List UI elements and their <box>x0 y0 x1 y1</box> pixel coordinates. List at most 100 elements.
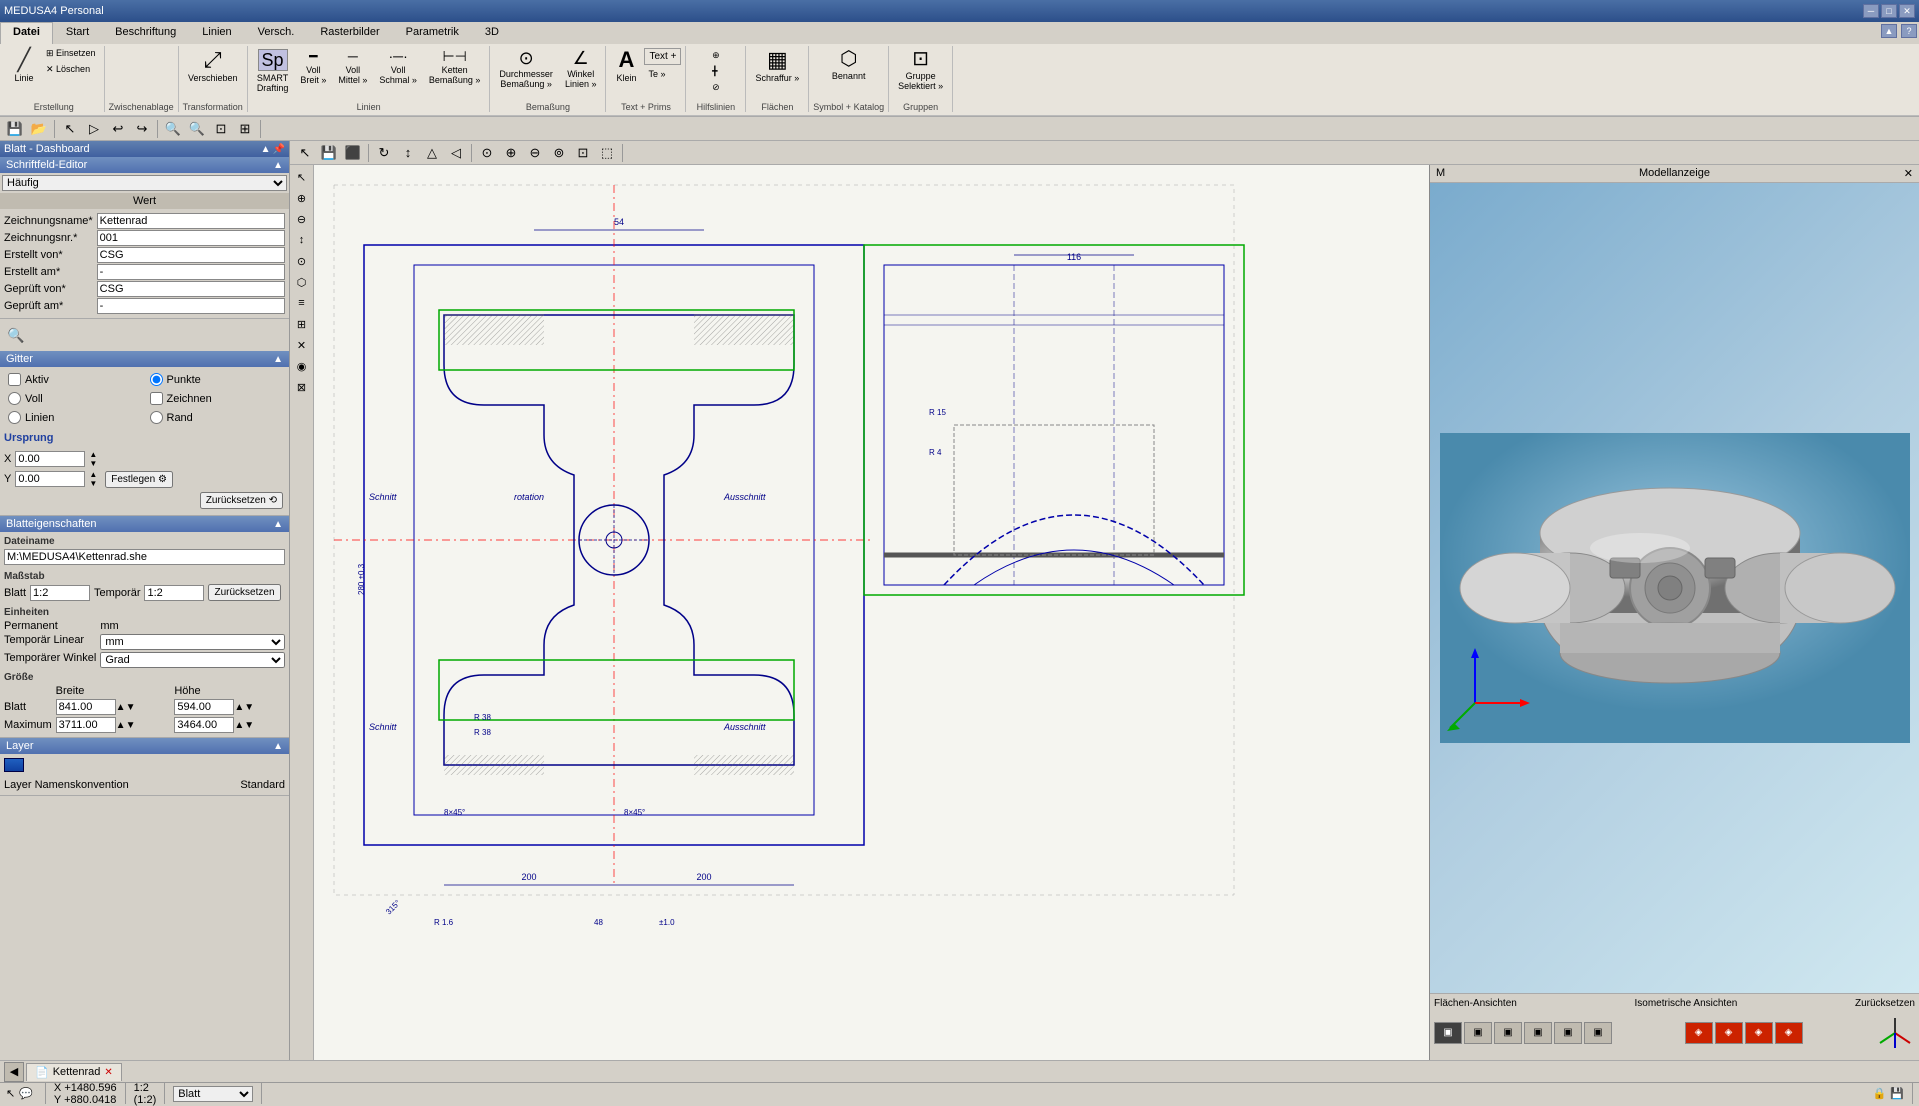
vert-btn-9[interactable]: ✕ <box>292 335 312 355</box>
blatt-breite-input[interactable] <box>56 699 116 715</box>
ribbon-minimize-button[interactable]: ▲ <box>1881 24 1897 38</box>
geprueft-von-input[interactable] <box>97 281 285 297</box>
zoom-circle-btn[interactable]: ⊙ <box>476 142 498 164</box>
top-view-button[interactable]: ▣ <box>1494 1022 1522 1044</box>
redo-button[interactable]: ↪ <box>131 118 153 140</box>
view-select[interactable]: Blatt <box>173 1086 253 1102</box>
vert-btn-10[interactable]: ◉ <box>292 356 312 376</box>
verschieben-button[interactable]: ⤢ Verschieben <box>183 46 243 86</box>
zoom-plus-btn[interactable]: ⊕ <box>500 142 522 164</box>
iso3-button[interactable]: ◈ <box>1745 1022 1773 1044</box>
vert-btn-7[interactable]: ≡ <box>292 293 312 313</box>
tab-linien[interactable]: Linien <box>189 22 244 44</box>
x-spinner[interactable]: ▲▼ <box>89 450 97 468</box>
undo-button[interactable]: ↩ <box>107 118 129 140</box>
bottom-view-button[interactable]: ▣ <box>1554 1022 1582 1044</box>
nav-btn1[interactable]: ◁ <box>445 142 467 164</box>
iso4-button[interactable]: ◈ <box>1775 1022 1803 1044</box>
vert-btn-1[interactable]: ↖ <box>292 167 312 187</box>
erstellt-am-input[interactable] <box>97 264 285 280</box>
aktiv-checkbox[interactable] <box>8 373 21 386</box>
gitter-collapse[interactable]: ▲ <box>273 354 283 365</box>
schriftfeld-dropdown[interactable]: Häufig Alle <box>2 175 287 191</box>
tab-beschriftung[interactable]: Beschriftung <box>102 22 189 44</box>
cursor-button[interactable]: ↖ <box>59 118 81 140</box>
zeichnen-checkbox[interactable] <box>150 392 163 405</box>
gruppe-button[interactable]: ⊡ GruppeSelektiert » <box>893 46 948 94</box>
vert-btn-3[interactable]: ⊖ <box>292 209 312 229</box>
select-button[interactable]: ▷ <box>83 118 105 140</box>
minimize-button[interactable]: ─ <box>1863 4 1879 18</box>
vert-btn-4[interactable]: ↕ <box>292 230 312 250</box>
tab-close-button[interactable]: ✕ <box>104 1067 112 1078</box>
zoom-minus-btn[interactable]: ⊖ <box>524 142 546 164</box>
dateiname-input[interactable] <box>4 549 285 565</box>
festlegen-button[interactable]: Festlegen ⚙ <box>105 471 173 488</box>
triangle-btn[interactable]: △ <box>421 142 443 164</box>
smart-drafting-button[interactable]: Sp SMARTDrafting <box>252 46 294 96</box>
hilfs-btn3[interactable]: ⊘ <box>708 80 724 95</box>
zoom-all-btn[interactable]: ⊡ <box>572 142 594 164</box>
save-btn3[interactable]: ⬛ <box>342 142 364 164</box>
klein-button[interactable]: A Klein <box>610 46 642 86</box>
max-breite-spinner[interactable]: ▲▼ <box>116 720 136 731</box>
panel-pin-button[interactable]: 📌 <box>273 144 285 155</box>
restore-button[interactable]: □ <box>1881 4 1897 18</box>
ketten-button[interactable]: ⊢⊣ KettenBemaßung » <box>424 46 486 88</box>
panel-collapse-button[interactable]: ▲ <box>261 144 271 155</box>
te-button[interactable]: Te » <box>644 67 681 81</box>
zoom-fit-button[interactable]: ⊡ <box>210 118 232 140</box>
blatt-breite-spinner[interactable]: ▲▼ <box>116 702 136 713</box>
search-button[interactable]: 🔍 <box>4 323 28 347</box>
tab-left-scroll[interactable]: ◀ <box>4 1062 24 1082</box>
tab-datei[interactable]: Datei <box>0 22 53 44</box>
max-hoehe-input[interactable] <box>174 717 234 733</box>
hilfs-btn2[interactable]: ╋ <box>708 64 724 79</box>
voll-mitte-button[interactable]: ─ VollMittel » <box>333 46 372 88</box>
save-button[interactable]: 💾 <box>4 118 26 140</box>
ribbon-help-button[interactable]: ? <box>1901 24 1917 38</box>
schriftfeld-collapse[interactable]: ▲ <box>273 160 283 171</box>
vert-btn-6[interactable]: ⬡ <box>292 272 312 292</box>
voll-breit-button[interactable]: ━ VollBreit » <box>295 46 331 88</box>
back-view-button[interactable]: ▣ <box>1584 1022 1612 1044</box>
temp-winkel-select[interactable]: Grad <box>100 652 285 668</box>
y-spinner[interactable]: ▲▼ <box>89 470 97 488</box>
vert-btn-11[interactable]: ⊠ <box>292 377 312 397</box>
iso2-button[interactable]: ◈ <box>1715 1022 1743 1044</box>
linien-radio[interactable] <box>8 411 21 424</box>
tab-3d[interactable]: 3D <box>472 22 512 44</box>
right-view-button[interactable]: ▣ <box>1464 1022 1492 1044</box>
einsetzen-button[interactable]: ⊞ Einsetzen <box>42 46 100 61</box>
kettenrad-tab[interactable]: 📄 Kettenrad ✕ <box>26 1063 122 1081</box>
model-3d-view[interactable] <box>1430 183 1919 993</box>
blatt-hoehe-input[interactable] <box>174 699 234 715</box>
zoom-window-btn[interactable]: ⬚ <box>596 142 618 164</box>
vert-btn-5[interactable]: ⊙ <box>292 251 312 271</box>
erstellt-von-input[interactable] <box>97 247 285 263</box>
schraffur-button[interactable]: ▦ Schraffur » <box>750 46 804 86</box>
view-selector[interactable]: Blatt <box>173 1083 262 1104</box>
left-view-button[interactable]: ▣ <box>1524 1022 1552 1044</box>
punkte-radio[interactable] <box>150 373 163 386</box>
blatt-scale-input[interactable] <box>30 585 90 601</box>
zoom-select-button[interactable]: ⊞ <box>234 118 256 140</box>
durchmesser-button[interactable]: ⊙ DurchmesserBemaßung » <box>494 46 558 92</box>
benannt-button[interactable]: ⬡ Benannt <box>827 46 871 84</box>
zoom-percent-btn[interactable]: ⊚ <box>548 142 570 164</box>
temporaer-scale-input[interactable] <box>144 585 204 601</box>
max-breite-input[interactable] <box>56 717 116 733</box>
zeichnungsnr-input[interactable] <box>97 230 285 246</box>
iso1-button[interactable]: ◈ <box>1685 1022 1713 1044</box>
zoom-out-button[interactable]: 🔍 <box>186 118 208 140</box>
voll-schmal-button[interactable]: ·─· VollSchmal » <box>374 46 422 88</box>
layer-collapse[interactable]: ▲ <box>273 741 283 752</box>
max-hoehe-spinner[interactable]: ▲▼ <box>234 720 254 731</box>
x-input[interactable] <box>15 451 85 467</box>
text-plus-button[interactable]: Text + <box>644 48 681 65</box>
open-button[interactable]: 📂 <box>28 118 50 140</box>
window-controls[interactable]: ─ □ ✕ <box>1863 4 1915 18</box>
rotate-btn[interactable]: ↻ <box>373 142 395 164</box>
y-input[interactable] <box>15 471 85 487</box>
linie-button[interactable]: ╱ Linie <box>8 46 40 86</box>
